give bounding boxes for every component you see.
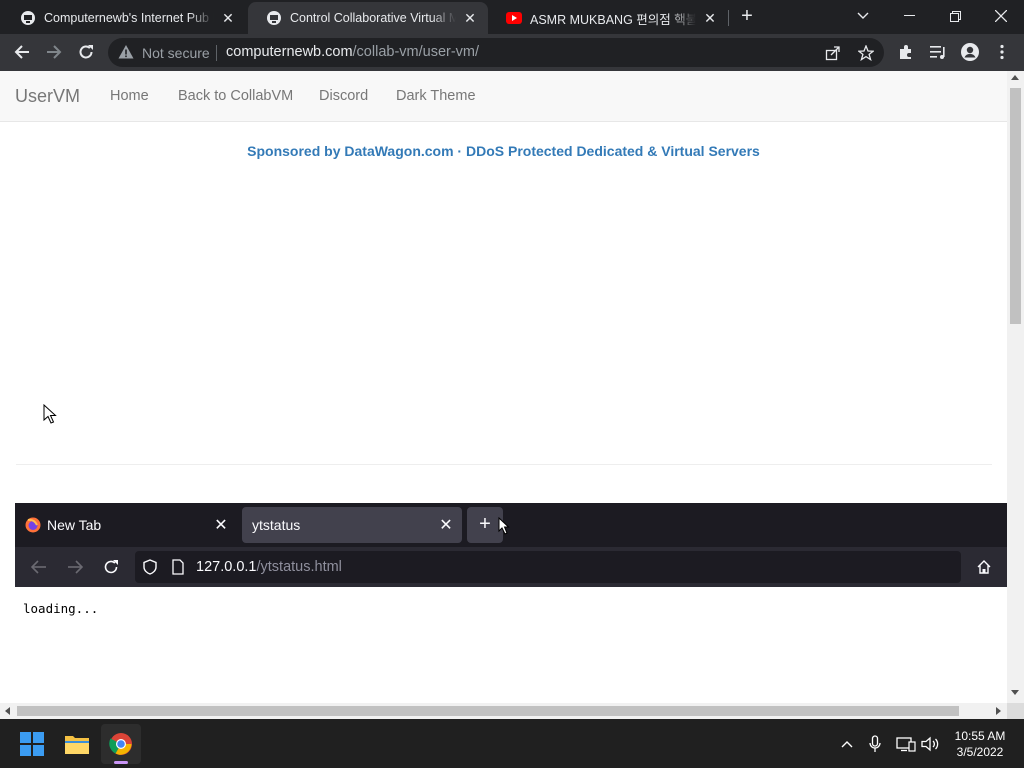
- vm-logo-icon: [21, 11, 35, 25]
- tab-search-icon[interactable]: [840, 0, 886, 32]
- horizontal-scroll-thumb[interactable]: [17, 706, 959, 716]
- tab-title: Computernewb's Internet Pub Hub: [44, 11, 214, 25]
- nav-link-discord[interactable]: Discord: [319, 88, 368, 104]
- address-bar[interactable]: Not secure computernewb.com/collab-vm/us…: [108, 38, 884, 67]
- vm-home-button[interactable]: [972, 555, 996, 579]
- media-control-icon[interactable]: [923, 37, 953, 67]
- reload-button[interactable]: [71, 37, 101, 67]
- vm-tab-close-icon[interactable]: ✕: [438, 515, 454, 535]
- url-text[interactable]: computernewb.com/collab-vm/user-vm/: [226, 44, 479, 60]
- vm-nav-bar: 127.0.0.1/ytstatus.html: [15, 547, 1007, 587]
- browser-tab-pub-hub[interactable]: Computernewb's Internet Pub Hub ✕: [2, 2, 246, 34]
- vm-tab-title: New Tab: [47, 517, 102, 533]
- arrow-right-icon: [47, 45, 62, 59]
- tab-close-icon[interactable]: ✕: [462, 10, 478, 26]
- shield-icon[interactable]: [143, 559, 157, 575]
- share-icon[interactable]: [823, 43, 843, 63]
- vm-tab-close-icon[interactable]: ✕: [213, 515, 229, 535]
- vm-logo-icon: [267, 11, 281, 25]
- vm-url-path: /ytstatus.html: [256, 559, 342, 575]
- url-host: computernewb.com: [226, 44, 353, 60]
- vm-tab-strip: New Tab ✕ ytstatus ✕ +: [15, 503, 1007, 547]
- volume-icon[interactable]: [920, 733, 942, 755]
- home-icon: [977, 560, 991, 574]
- vm-page-content: loading...: [15, 587, 1007, 719]
- scroll-left-arrow-icon[interactable]: [5, 707, 10, 715]
- vm-back-button[interactable]: [27, 555, 51, 579]
- windows-logo-icon: [20, 732, 44, 756]
- clock-date: 3/5/2022: [956, 745, 1004, 759]
- microphone-icon[interactable]: [864, 733, 886, 755]
- arrow-left-icon: [14, 45, 29, 59]
- vm-mouse-cursor-icon: [498, 517, 510, 535]
- forward-button[interactable]: [39, 37, 69, 67]
- tab-close-icon[interactable]: ✕: [220, 10, 236, 26]
- page-viewport: UserVM Home Back to CollabVM Discord Dar…: [0, 71, 1024, 719]
- loading-text: loading...: [23, 601, 99, 616]
- firefox-icon: [25, 517, 41, 533]
- browser-tab-youtube[interactable]: ASMR MUKBANG 편의점 핵불닭 ✕: [488, 2, 728, 34]
- nav-link-home[interactable]: Home: [110, 88, 149, 104]
- clock-time: 10:55 AM: [954, 729, 1006, 743]
- network-icon[interactable]: [895, 733, 917, 755]
- vm-url-host: 127.0.0.1: [196, 559, 257, 575]
- chrome-taskbar-button[interactable]: [101, 724, 141, 764]
- file-explorer-button[interactable]: [57, 724, 97, 764]
- tab-close-icon[interactable]: ✕: [702, 10, 718, 26]
- close-window-icon[interactable]: [978, 0, 1024, 32]
- nav-link-dark-theme[interactable]: Dark Theme: [396, 88, 476, 104]
- security-status[interactable]: Not secure: [142, 45, 210, 61]
- profile-avatar-icon[interactable]: [955, 37, 985, 67]
- scroll-up-arrow-icon[interactable]: [1011, 75, 1019, 80]
- divider: [16, 464, 992, 465]
- vertical-scroll-thumb[interactable]: [1010, 88, 1021, 324]
- horizontal-scrollbar[interactable]: [0, 703, 1007, 719]
- folder-icon: [65, 736, 89, 754]
- active-app-indicator: [114, 761, 128, 764]
- vm-screen[interactable]: New Tab ✕ ytstatus ✕ + 127.0.0.1/ytstatu…: [15, 503, 1007, 719]
- vm-reload-button[interactable]: [99, 555, 123, 579]
- warning-icon[interactable]: [118, 44, 134, 60]
- back-button[interactable]: [7, 37, 37, 67]
- mouse-cursor-icon: [43, 404, 57, 424]
- nav-link-back-to-collabvm[interactable]: Back to CollabVM: [178, 88, 293, 104]
- tab-title: ASMR MUKBANG 편의점 핵불닭: [530, 12, 696, 27]
- system-clock[interactable]: 10:55 AM 3/5/2022: [942, 728, 1018, 760]
- start-button[interactable]: [12, 724, 52, 764]
- site-brand[interactable]: UserVM: [15, 86, 80, 107]
- browser-tab-collabvm[interactable]: Control Collaborative Virtual Machines ✕: [248, 2, 488, 34]
- vm-address-bar[interactable]: 127.0.0.1/ytstatus.html: [135, 551, 961, 583]
- browser-toolbar: Not secure computernewb.com/collab-vm/us…: [0, 34, 1024, 71]
- vm-url-text[interactable]: 127.0.0.1/ytstatus.html: [196, 559, 342, 575]
- new-tab-button[interactable]: +: [725, 0, 769, 32]
- reload-icon: [79, 45, 93, 59]
- show-hidden-icons-chevron-icon[interactable]: [836, 733, 858, 755]
- restore-icon[interactable]: [932, 0, 978, 32]
- tab-title: Control Collaborative Virtual Machines: [290, 11, 456, 25]
- sponsor-link[interactable]: Sponsored by DataWagon.com · DDoS Protec…: [0, 143, 1007, 159]
- scroll-down-arrow-icon[interactable]: [1011, 690, 1019, 695]
- scrollbar-corner: [1007, 703, 1024, 719]
- url-path: /collab-vm/user-vm/: [352, 44, 480, 60]
- chrome-icon: [109, 733, 132, 755]
- vm-tab-ytstatus[interactable]: ytstatus ✕: [242, 507, 462, 543]
- vm-tab-new-tab[interactable]: New Tab ✕: [15, 507, 237, 543]
- site-navbar: UserVM Home Back to CollabVM Discord Dar…: [0, 71, 1007, 122]
- vm-tab-title: ytstatus: [252, 517, 301, 533]
- vm-forward-button[interactable]: [63, 555, 87, 579]
- bookmark-star-icon[interactable]: [856, 43, 876, 63]
- extensions-icon[interactable]: [891, 37, 921, 67]
- youtube-icon: [506, 12, 522, 24]
- menu-kebab-icon[interactable]: [987, 37, 1017, 67]
- scroll-right-arrow-icon[interactable]: [996, 707, 1001, 715]
- omnibox-divider: [216, 45, 217, 61]
- windows-taskbar: 10:55 AM 3/5/2022: [0, 719, 1024, 768]
- minimize-icon[interactable]: [886, 0, 932, 32]
- vertical-scrollbar[interactable]: [1007, 71, 1024, 703]
- browser-tab-strip: Computernewb's Internet Pub Hub ✕ Contro…: [0, 0, 1024, 34]
- page-icon[interactable]: [172, 559, 184, 575]
